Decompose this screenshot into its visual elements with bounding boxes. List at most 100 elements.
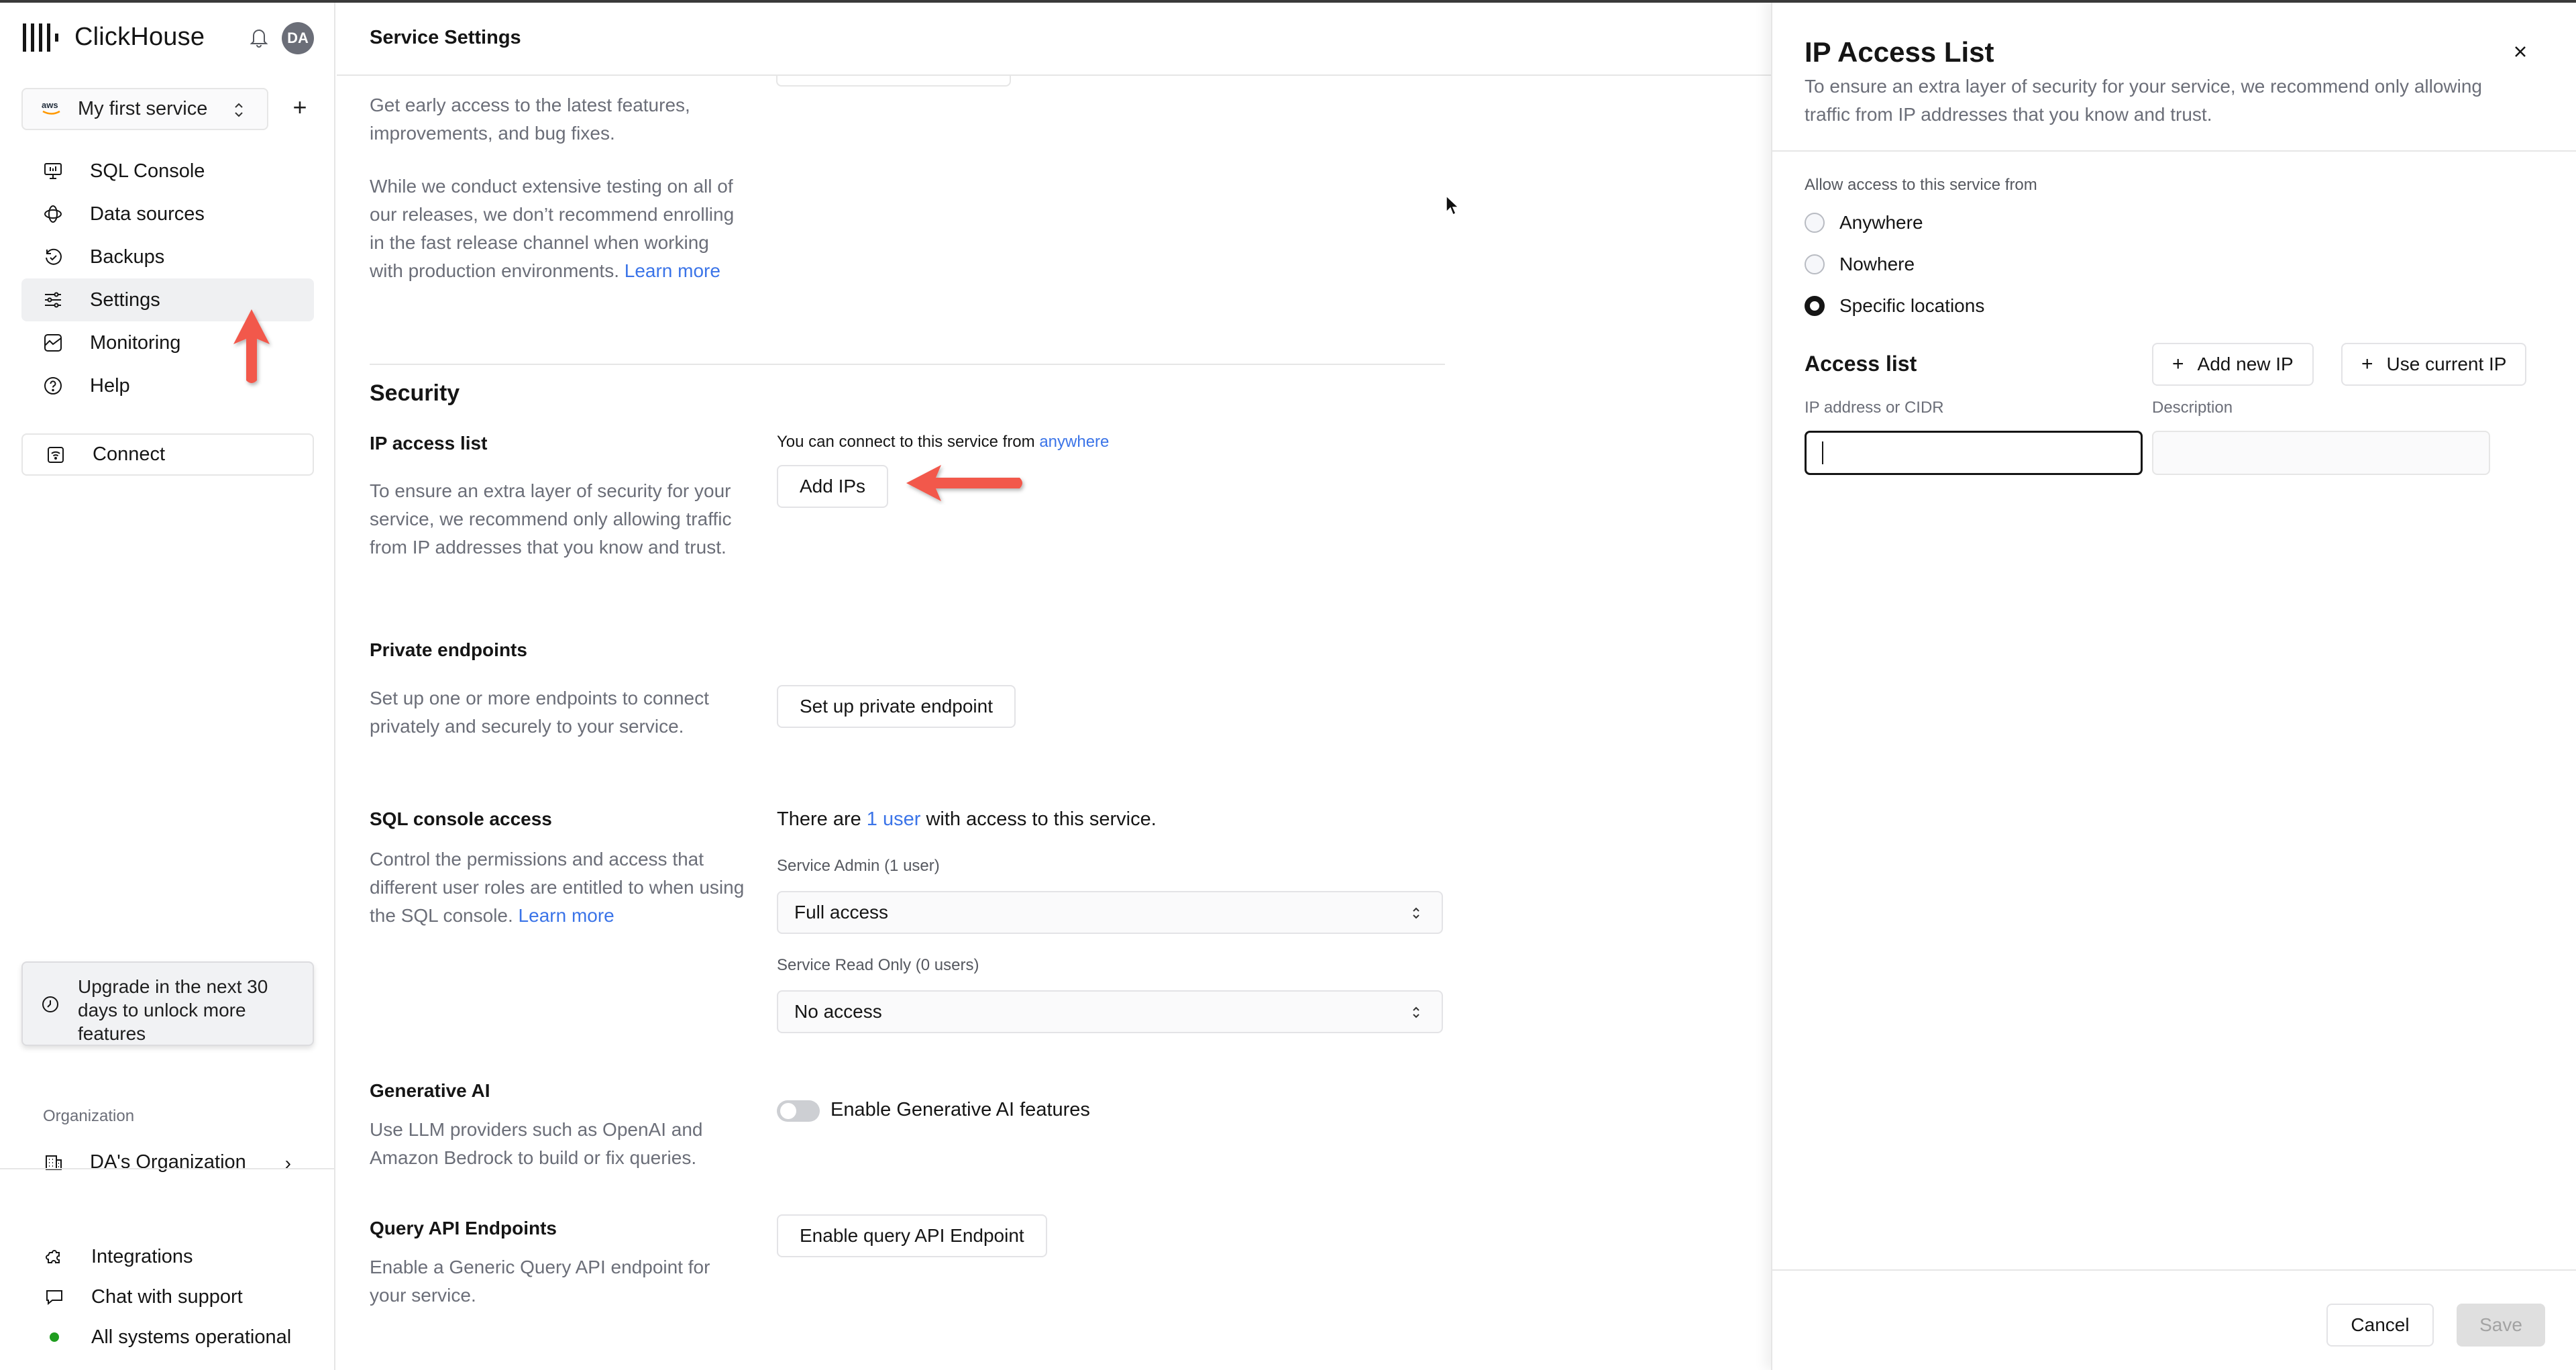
chat-support-label: Chat with support <box>91 1285 243 1308</box>
setup-private-endpoint-button[interactable]: Set up private endpoint <box>777 685 1016 728</box>
chat-icon <box>44 1287 64 1307</box>
window-top-edge <box>0 0 2576 3</box>
app-name: ClickHouse <box>74 23 205 51</box>
query-api-title: Query API Endpoints <box>370 1218 557 1239</box>
service-admin-value: Full access <box>794 902 889 923</box>
anywhere-link[interactable]: anywhere <box>1039 433 1109 451</box>
cancel-button[interactable]: Cancel <box>2326 1304 2434 1347</box>
sliders-icon <box>43 290 63 310</box>
ip-field-label: IP address or CIDR <box>1805 399 1944 417</box>
generative-ai-toggle-label: Enable Generative AI features <box>830 1099 1090 1120</box>
private-endpoints-title: Private endpoints <box>370 639 527 660</box>
use-current-ip-button[interactable]: + Use current IP <box>2341 343 2527 386</box>
system-status-link[interactable]: All systems operational <box>21 1320 314 1354</box>
radio-nowhere[interactable]: Nowhere <box>1805 251 1915 278</box>
add-new-ip-button[interactable]: + Add new IP <box>2152 343 2314 386</box>
users-prefix: There are <box>777 808 861 830</box>
ip-access-list-panel: IP Access List To ensure an extra layer … <box>1771 0 2576 1370</box>
organization-selector[interactable]: DA's Organization › <box>21 1141 314 1183</box>
service-selector[interactable]: aws My first service <box>21 88 268 130</box>
settings-content: Get early access to the latest features,… <box>337 77 1771 1370</box>
sidebar-item-label: Settings <box>90 288 160 311</box>
radio-anywhere[interactable]: Anywhere <box>1805 209 1923 236</box>
integrations-label: Integrations <box>91 1245 193 1267</box>
sidebar-item-label: Monitoring <box>90 331 181 354</box>
annotation-arrow-up-icon <box>233 309 270 383</box>
sidebar: ClickHouse DA aws My first service + SQL… <box>0 0 335 1370</box>
upgrade-notice[interactable]: Upgrade in the next 30 days to unlock mo… <box>21 961 314 1046</box>
main-header: Service Settings <box>337 0 1771 76</box>
users-suffix: with access to this service. <box>926 808 1157 830</box>
sidebar-item-backups[interactable]: Backups <box>21 235 314 278</box>
users-link[interactable]: 1 user <box>867 808 921 830</box>
sidebar-item-label: Backups <box>90 246 165 268</box>
annotation-arrow-left-icon <box>906 465 1022 501</box>
release-channel-description: Get early access to the latest features,… <box>370 95 690 144</box>
service-admin-label: Service Admin (1 user) <box>777 857 940 875</box>
status-dot-icon <box>44 1327 64 1347</box>
page-title: Service Settings <box>370 27 521 48</box>
radio-label: Specific locations <box>1839 295 1985 316</box>
release-channel-warning: While we conduct extensive testing on al… <box>370 172 745 285</box>
add-ips-button[interactable]: Add IPs <box>777 465 889 508</box>
ip-access-status-text: You can connect to this service from <box>777 433 1035 451</box>
bell-icon[interactable] <box>250 27 268 48</box>
learn-more-link[interactable]: Learn more <box>625 260 720 281</box>
generative-ai-toggle[interactable] <box>777 1100 820 1122</box>
access-list-title: Access list <box>1805 352 1917 376</box>
plus-icon: + <box>2172 353 2184 375</box>
backup-icon <box>43 247 63 267</box>
description-input[interactable] <box>2152 431 2490 475</box>
ip-access-title: IP access list <box>370 433 488 454</box>
sidebar-item-sql-console[interactable]: SQL Console <box>21 150 314 193</box>
puzzle-icon <box>44 1247 64 1267</box>
radio-label: Nowhere <box>1839 254 1915 274</box>
enable-query-api-button[interactable]: Enable query API Endpoint <box>777 1214 1047 1257</box>
radio-circle <box>1805 254 1825 274</box>
service-name: My first service <box>78 98 208 119</box>
connect-button[interactable]: Connect <box>21 433 314 476</box>
service-admin-select[interactable]: Full access <box>777 891 1443 934</box>
panel-description: To ensure an extra layer of security for… <box>1805 76 2482 125</box>
private-endpoints-description: Set up one or more endpoints to connect … <box>370 688 709 737</box>
integrations-link[interactable]: Integrations <box>21 1240 314 1273</box>
monitor-icon <box>43 161 63 181</box>
radio-label: Anywhere <box>1839 212 1923 233</box>
ip-address-input[interactable] <box>1805 431 2143 475</box>
service-readonly-select[interactable]: No access <box>777 990 1443 1033</box>
save-button[interactable]: Save <box>2457 1304 2545 1347</box>
service-readonly-label: Service Read Only (0 users) <box>777 956 979 974</box>
description-field-label: Description <box>2152 399 2233 417</box>
chevron-right-icon: › <box>284 1153 291 1173</box>
organization-name: DA's Organization <box>90 1151 246 1173</box>
clickhouse-logo-icon <box>23 23 58 52</box>
upgrade-text: Upgrade in the next 30 days to unlock mo… <box>78 976 268 1044</box>
panel-divider <box>1772 150 2576 152</box>
sidebar-item-label: SQL Console <box>90 160 205 182</box>
sidebar-item-data-sources[interactable]: Data sources <box>21 193 314 235</box>
sql-console-access-title: SQL console access <box>370 808 552 829</box>
chevron-updown-icon <box>235 103 243 117</box>
learn-more-link[interactable]: Learn more <box>519 905 614 926</box>
radio-circle <box>1805 213 1825 233</box>
radio-specific-locations[interactable]: Specific locations <box>1805 293 1984 319</box>
panel-footer-divider <box>1772 1269 2576 1271</box>
users-count-text: There are 1 user with access to this ser… <box>777 808 1157 831</box>
help-icon <box>43 376 63 396</box>
ip-access-status: You can connect to this service from any… <box>777 433 1109 452</box>
close-icon[interactable] <box>2510 42 2530 62</box>
system-status-label: All systems operational <box>91 1326 292 1348</box>
wifi-icon <box>48 446 64 463</box>
avatar[interactable]: DA <box>282 22 314 54</box>
section-divider <box>370 364 1445 365</box>
add-service-button[interactable]: + <box>290 95 310 119</box>
logo[interactable]: ClickHouse <box>23 23 205 52</box>
use-current-ip-label: Use current IP <box>2386 354 2507 374</box>
chat-support-link[interactable]: Chat with support <box>21 1280 314 1314</box>
radio-circle-selected <box>1805 296 1825 316</box>
clock-icon <box>42 996 58 1012</box>
allow-access-label: Allow access to this service from <box>1805 176 2037 194</box>
query-api-description: Enable a Generic Query API endpoint for … <box>370 1257 710 1306</box>
sidebar-divider <box>0 1168 335 1169</box>
security-heading: Security <box>370 380 460 406</box>
